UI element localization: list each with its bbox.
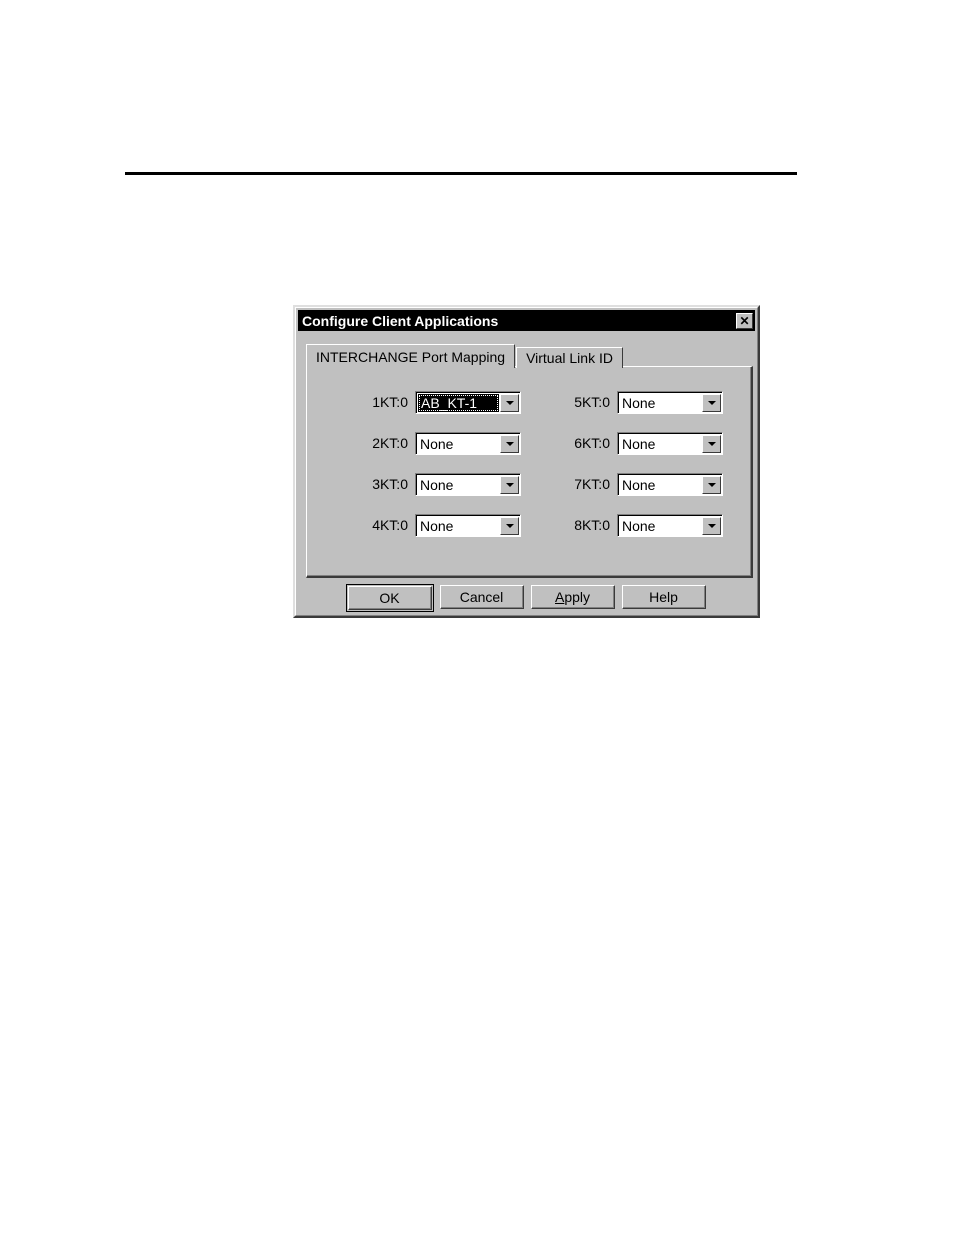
port-field-group: 6KT:0 None xyxy=(556,431,723,455)
tab-label: INTERCHANGE Port Mapping xyxy=(316,348,506,365)
chevron-down-icon[interactable] xyxy=(500,475,519,494)
cancel-button-frame: Cancel xyxy=(439,584,525,612)
port-mapping-row: 1KT:0 AB_KT-1 5KT:0 None xyxy=(307,389,750,415)
port-select-value: None xyxy=(619,515,702,536)
help-button[interactable]: Help xyxy=(622,585,706,609)
chevron-down-icon[interactable] xyxy=(500,516,519,535)
combo-inner-frame: AB_KT-1 xyxy=(416,391,520,413)
help-button-label: Help xyxy=(623,586,705,608)
apply-button-label: Apply xyxy=(532,586,614,608)
port-field-group: 5KT:0 None xyxy=(556,390,723,414)
port-select-3kt0[interactable]: None xyxy=(415,472,521,496)
apply-button[interactable]: Apply xyxy=(531,585,615,609)
port-select-value: AB_KT-1 xyxy=(418,393,499,412)
port-field-group: 2KT:0 None xyxy=(354,431,521,455)
port-field-group: 7KT:0 None xyxy=(556,472,723,496)
cancel-button[interactable]: Cancel xyxy=(440,585,524,609)
port-label-5kt0: 5KT:0 xyxy=(574,394,610,410)
tab-strip: INTERCHANGE Port Mapping Virtual Link ID xyxy=(306,344,753,368)
port-select-6kt0[interactable]: None xyxy=(617,431,723,455)
tab-panel-inner-frame: 1KT:0 AB_KT-1 5KT:0 None 2KT:0 None 6KT:… xyxy=(307,367,751,576)
combo-inner-frame: None xyxy=(618,514,722,536)
tab-panel-port-mapping: 1KT:0 AB_KT-1 5KT:0 None 2KT:0 None 6KT:… xyxy=(306,366,753,578)
port-select-1kt0[interactable]: AB_KT-1 xyxy=(415,390,521,414)
combo-inner-frame: None xyxy=(416,514,520,536)
apply-button-frame: Apply xyxy=(530,584,616,612)
help-button-frame: Help xyxy=(621,584,707,612)
ok-button-default-frame: OK xyxy=(346,584,434,612)
port-field-group: 4KT:0 None xyxy=(354,513,521,537)
dialog-title: Configure Client Applications xyxy=(302,312,499,329)
page-header-rule xyxy=(125,172,797,175)
ok-button[interactable]: OK xyxy=(348,586,432,610)
port-select-8kt0[interactable]: None xyxy=(617,513,723,537)
chevron-down-icon[interactable] xyxy=(500,393,519,412)
port-field-group: 1KT:0 AB_KT-1 xyxy=(354,390,521,414)
port-field-group: 3KT:0 None xyxy=(354,472,521,496)
combo-inner-frame: None xyxy=(618,391,722,413)
tab-virtual-link-id[interactable]: Virtual Link ID xyxy=(516,347,623,368)
chevron-down-icon[interactable] xyxy=(702,516,721,535)
port-label-1kt0: 1KT:0 xyxy=(372,394,408,410)
port-mapping-row: 3KT:0 None 7KT:0 None xyxy=(307,471,750,497)
port-select-5kt0[interactable]: None xyxy=(617,390,723,414)
port-select-value: None xyxy=(619,392,702,413)
port-select-value: None xyxy=(417,474,500,495)
port-label-4kt0: 4KT:0 xyxy=(372,517,408,533)
tab-interchange-port-mapping[interactable]: INTERCHANGE Port Mapping xyxy=(306,344,516,368)
close-icon[interactable]: ✕ xyxy=(736,312,753,329)
port-select-4kt0[interactable]: None xyxy=(415,513,521,537)
chevron-down-icon[interactable] xyxy=(500,434,519,453)
port-label-7kt0: 7KT:0 xyxy=(574,476,610,492)
port-label-2kt0: 2KT:0 xyxy=(372,435,408,451)
port-mapping-row: 2KT:0 None 6KT:0 None xyxy=(307,430,750,456)
port-select-value: None xyxy=(619,474,702,495)
port-select-value: None xyxy=(417,515,500,536)
dialog-inner-frame: Configure Client Applications ✕ INTERCHA… xyxy=(295,307,758,616)
port-select-value: None xyxy=(417,433,500,454)
chevron-down-icon[interactable] xyxy=(702,475,721,494)
configure-client-applications-dialog: Configure Client Applications ✕ INTERCHA… xyxy=(293,305,760,618)
port-mapping-grid: 1KT:0 AB_KT-1 5KT:0 None 2KT:0 None 6KT:… xyxy=(307,389,750,553)
chevron-down-icon[interactable] xyxy=(702,434,721,453)
ok-button-label: OK xyxy=(349,587,431,609)
port-select-7kt0[interactable]: None xyxy=(617,472,723,496)
apply-button-mnemonic: A xyxy=(554,588,565,605)
combo-inner-frame: None xyxy=(416,473,520,495)
port-mapping-row: 4KT:0 None 8KT:0 None xyxy=(307,512,750,538)
port-select-2kt0[interactable]: None xyxy=(415,431,521,455)
port-label-8kt0: 8KT:0 xyxy=(574,517,610,533)
port-select-value: None xyxy=(619,433,702,454)
dialog-button-row: OK Cancel Apply Help xyxy=(296,584,757,612)
chevron-down-icon[interactable] xyxy=(702,393,721,412)
cancel-button-label: Cancel xyxy=(441,586,523,608)
combo-inner-frame: None xyxy=(416,432,520,454)
tab-label: Virtual Link ID xyxy=(526,350,613,366)
combo-inner-frame: None xyxy=(618,432,722,454)
port-label-3kt0: 3KT:0 xyxy=(372,476,408,492)
combo-inner-frame: None xyxy=(618,473,722,495)
port-field-group: 8KT:0 None xyxy=(556,513,723,537)
dialog-titlebar: Configure Client Applications ✕ xyxy=(298,310,755,331)
port-label-6kt0: 6KT:0 xyxy=(574,435,610,451)
